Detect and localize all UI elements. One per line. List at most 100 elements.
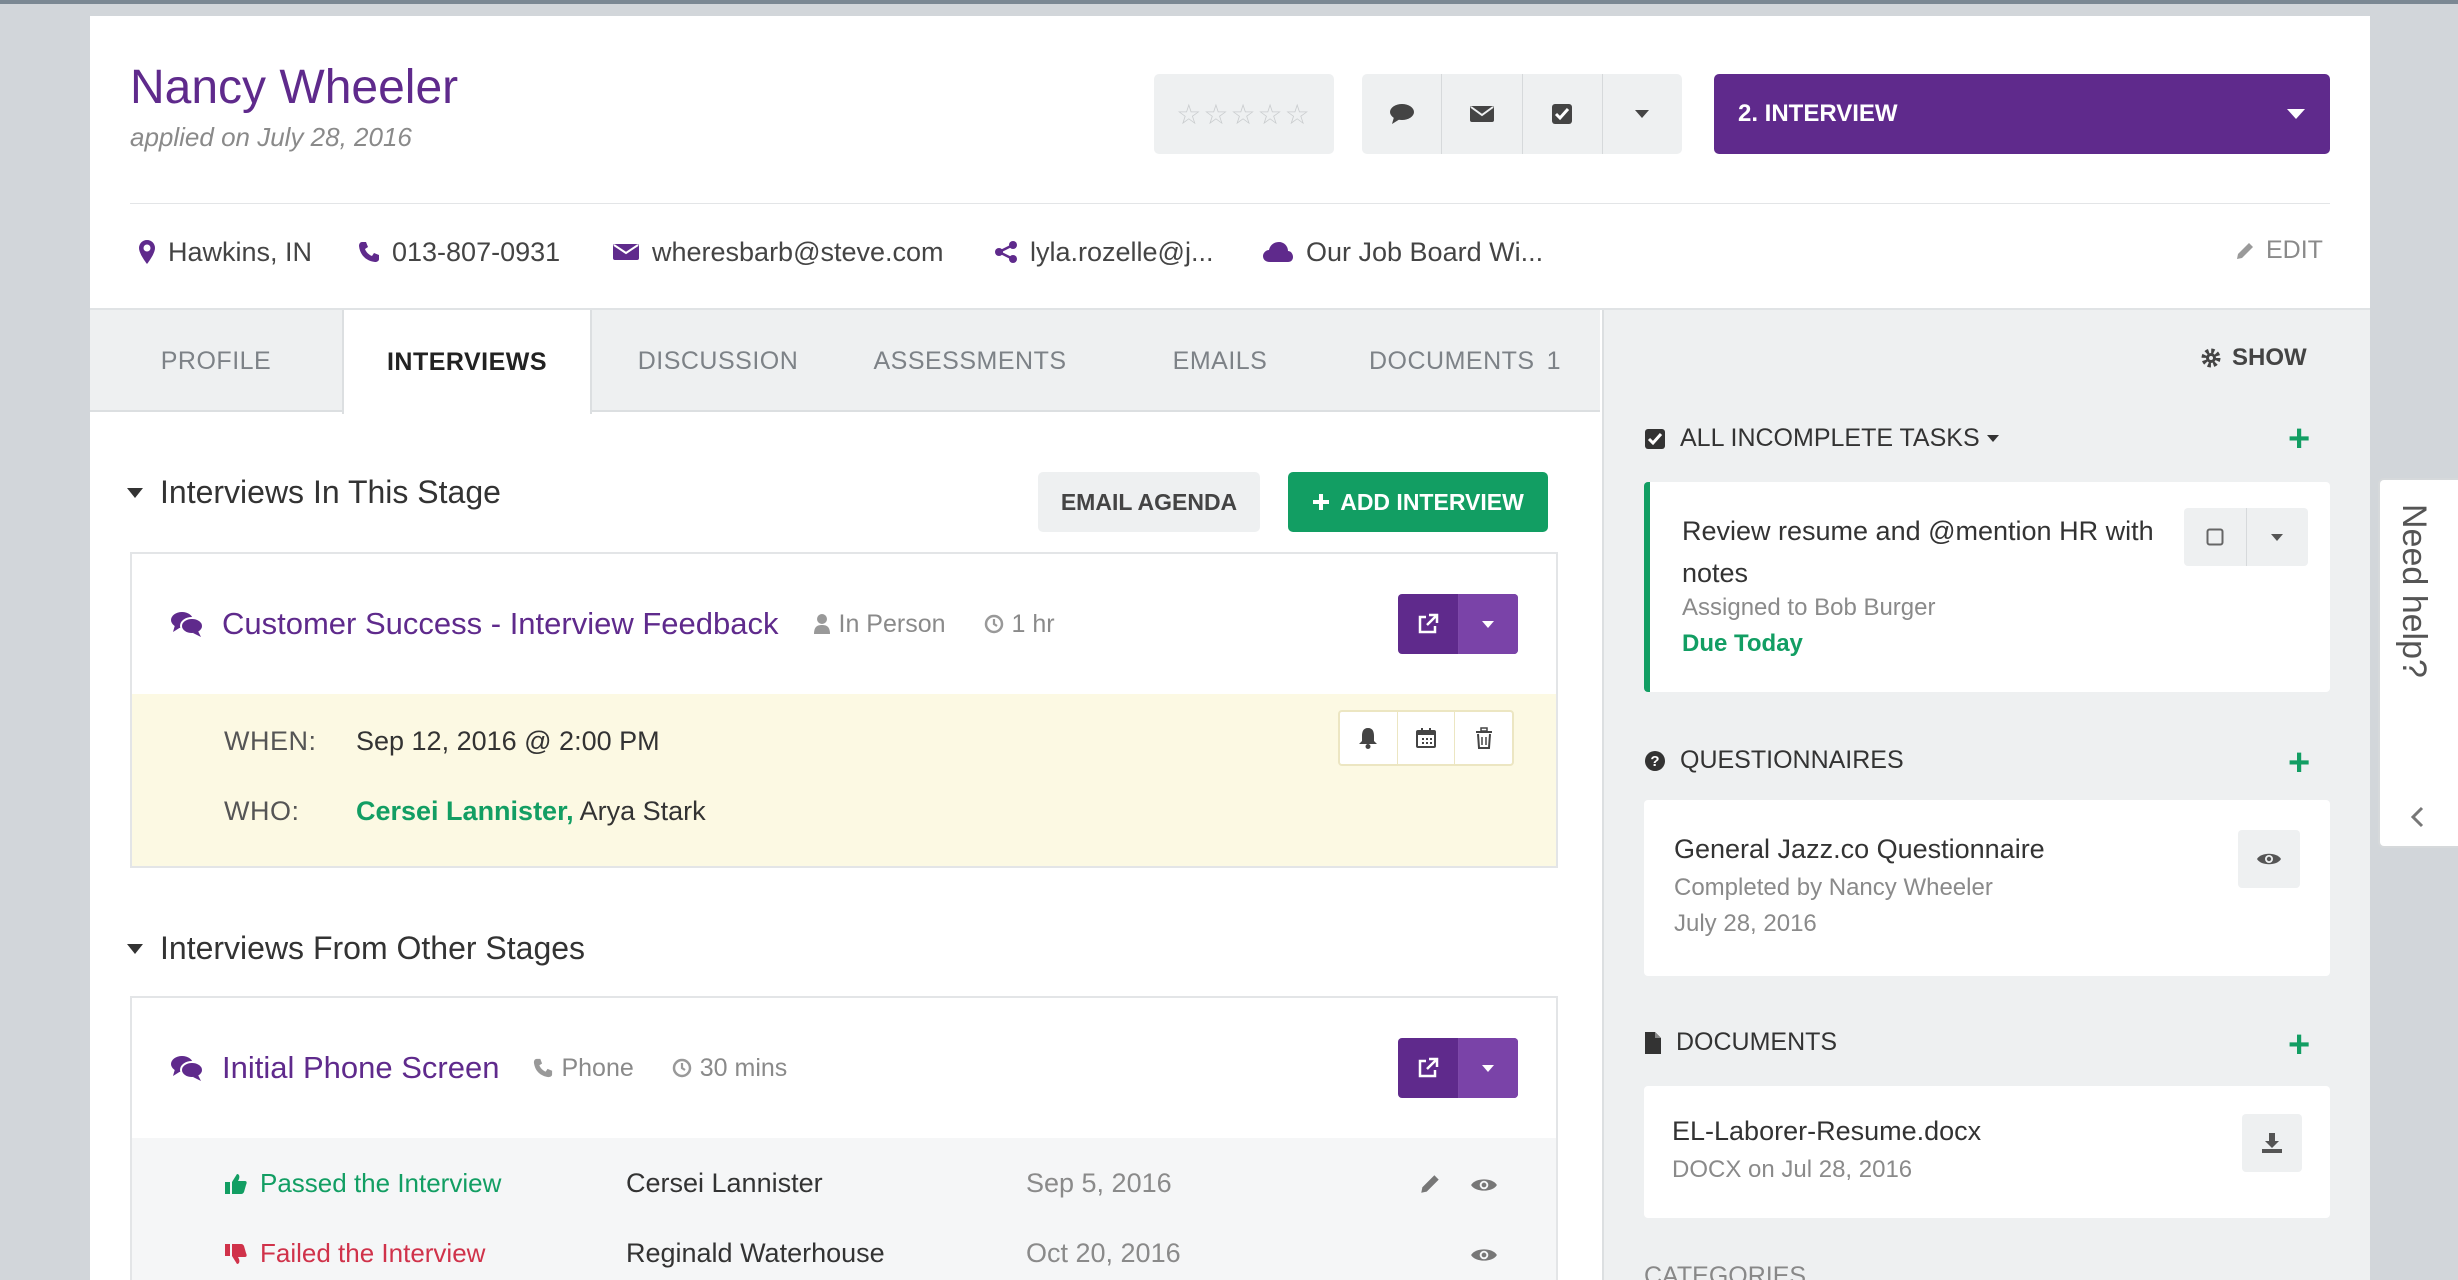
collapse-help-button[interactable]: [2410, 806, 2424, 833]
edit-button[interactable]: EDIT: [2234, 236, 2323, 265]
interview-duration: 30 mins: [672, 1054, 787, 1083]
add-interview-button[interactable]: ADD INTERVIEW: [1288, 472, 1548, 532]
file-icon: [1645, 1031, 1661, 1054]
interview-card: Initial Phone Screen Phone 30 mins Passe…: [130, 996, 1558, 1280]
document-card: EL-Laborer-Resume.docx DOCX on Jul 28, 2…: [1644, 1086, 2330, 1218]
questionnaire-completed-by: Completed by Nancy Wheeler: [1674, 874, 1993, 901]
caret-down-icon: [1482, 1064, 1495, 1072]
tab-interviews[interactable]: INTERVIEWS: [342, 310, 592, 414]
open-interview-button[interactable]: [1398, 594, 1459, 654]
interview-duration: 1 hr: [984, 610, 1055, 639]
email-button[interactable]: [1442, 74, 1523, 154]
clock-icon: [672, 1058, 692, 1078]
add-questionnaire-button[interactable]: +: [2288, 744, 2310, 782]
stage-dropdown[interactable]: 2. INTERVIEW: [1714, 74, 2330, 154]
caret-down-icon: [2271, 533, 2284, 541]
interview-actions: [1398, 1038, 1518, 1098]
open-interview-button[interactable]: [1398, 1038, 1459, 1098]
candidate-name: Nancy Wheeler: [130, 61, 459, 114]
need-help-label: Need help?: [2395, 504, 2433, 678]
more-actions-button[interactable]: [1603, 74, 1682, 154]
tasks-header[interactable]: ALL INCOMPLETE TASKS: [1644, 424, 2000, 453]
svg-text:?: ?: [1650, 753, 1659, 770]
caret-down-icon: [1635, 110, 1650, 118]
delete-interview-button[interactable]: [1455, 712, 1512, 764]
who-value: Cersei Lannister, Arya Stark: [356, 796, 706, 827]
interviewer-link[interactable]: Cersei Lannister,: [356, 796, 574, 826]
feedback-interviewer: Cersei Lannister: [626, 1168, 823, 1198]
reminder-button[interactable]: [1340, 712, 1398, 764]
task-menu-button[interactable]: [2247, 508, 2309, 566]
comment-button[interactable]: [1362, 74, 1443, 154]
download-document-button[interactable]: [2242, 1114, 2302, 1172]
section-other-stages-header[interactable]: Interviews From Other Stages: [126, 930, 585, 967]
interview-menu-button[interactable]: [1458, 594, 1518, 654]
interview-title[interactable]: Customer Success - Interview Feedback: [222, 606, 779, 642]
tab-emails[interactable]: EMAILS: [1140, 310, 1300, 412]
interview-title[interactable]: Initial Phone Screen: [222, 1050, 499, 1086]
envelope-icon: [1469, 106, 1494, 122]
show-button[interactable]: SHOW: [2200, 344, 2307, 372]
external-link-icon: [1418, 1057, 1438, 1078]
caret-down-icon: [1482, 620, 1495, 628]
task-card: Review resume and @mention HR with notes…: [1644, 482, 2330, 692]
contact-phone[interactable]: 013-807-0931: [358, 232, 560, 272]
feedback-date: Oct 20, 2016: [1026, 1238, 1181, 1268]
top-strip: [0, 0, 2458, 4]
questionnaire-card: General Jazz.co Questionnaire Completed …: [1644, 800, 2330, 976]
interview-card: Customer Success - Interview Feedback In…: [130, 552, 1558, 868]
contact-location: Hawkins, IN: [138, 232, 312, 272]
tab-documents[interactable]: DOCUMENTS 1: [1350, 310, 1580, 412]
email-agenda-button[interactable]: EMAIL AGENDA: [1038, 472, 1260, 532]
feedback-result[interactable]: Passed the Interview: [224, 1168, 501, 1199]
rating-stars[interactable]: ☆☆☆☆☆: [1154, 74, 1334, 154]
tab-profile[interactable]: PROFILE: [90, 310, 342, 412]
task-button[interactable]: [1523, 74, 1603, 154]
add-document-button[interactable]: +: [2288, 1026, 2310, 1064]
tab-discussion[interactable]: DISCUSSION: [618, 310, 818, 412]
checkbox-icon: [1552, 104, 1573, 124]
contact-referral[interactable]: lyla.rozelle@j...: [994, 232, 1213, 272]
interview-detail-actions: [1338, 710, 1514, 766]
add-task-button[interactable]: +: [2288, 420, 2310, 458]
task-text: Review resume and @mention HR with: [1682, 516, 2154, 546]
trash-icon: [1475, 727, 1492, 749]
question-circle-icon: ?: [1645, 750, 1665, 771]
envelope-icon: [613, 244, 639, 260]
categories-header: CATEGORIES: [1644, 1262, 1807, 1280]
tab-assessments[interactable]: ASSESSMENTS: [860, 310, 1080, 412]
need-help-tab[interactable]: Need help?: [2378, 478, 2458, 848]
pencil-icon: [2237, 242, 2253, 259]
document-meta: DOCX on Jul 28, 2016: [1672, 1156, 1913, 1183]
caret-down-icon: [127, 943, 143, 954]
calendar-button[interactable]: [1398, 712, 1456, 764]
task-complete-checkbox[interactable]: [2184, 508, 2247, 566]
phone-icon: [534, 1058, 553, 1078]
view-feedback-button[interactable]: [1470, 1176, 1498, 1199]
plus-icon: [1313, 494, 1330, 510]
documents-header: DOCUMENTS: [1644, 1028, 1837, 1057]
view-questionnaire-button[interactable]: [2238, 830, 2300, 888]
tab-count: 1: [1546, 346, 1561, 375]
checkbox-icon: [1645, 428, 1665, 449]
edit-feedback-button[interactable]: [1418, 1172, 1442, 1201]
gear-icon: [2201, 348, 2221, 368]
eye-icon: [1471, 1249, 1497, 1261]
phone-icon: [359, 242, 379, 262]
interview-type: Phone: [533, 1054, 634, 1083]
task-due: Due Today: [1682, 630, 1803, 657]
view-feedback-button[interactable]: [1470, 1246, 1498, 1269]
interview-actions: [1398, 594, 1518, 654]
feedback-result[interactable]: Failed the Interview: [224, 1238, 485, 1269]
feedback-row: Passed the Interview Cersei Lannister Se…: [132, 1160, 1556, 1212]
download-icon: [2262, 1133, 2282, 1153]
section-this-stage-header[interactable]: Interviews In This Stage: [126, 474, 501, 511]
contact-email[interactable]: wheresbarb@steve.com: [612, 232, 944, 272]
interview-menu-button[interactable]: [1458, 1038, 1518, 1098]
when-label: WHEN:: [224, 726, 317, 756]
comments-icon: [171, 1056, 204, 1081]
chevron-left-icon: [2410, 806, 2424, 828]
eye-icon: [1471, 1179, 1497, 1191]
document-name[interactable]: EL-Laborer-Resume.docx: [1672, 1116, 1981, 1147]
eye-icon: [2257, 853, 2281, 865]
